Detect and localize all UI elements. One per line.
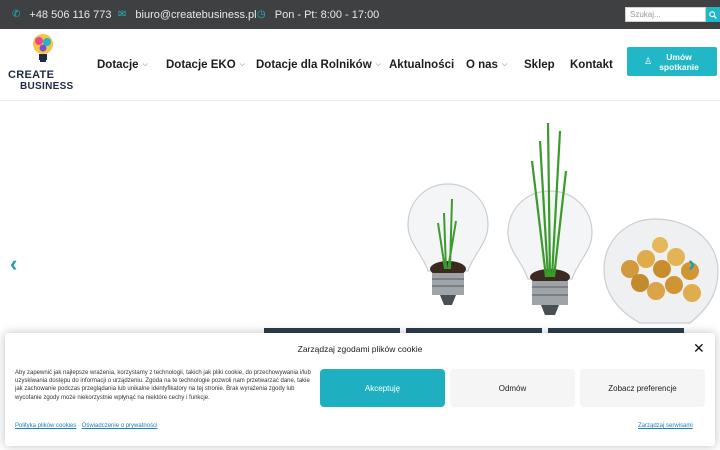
accept-cookies-button[interactable]: Akceptuję bbox=[320, 369, 445, 407]
deny-cookies-button[interactable]: Odmów bbox=[450, 369, 575, 407]
nav-item-kontakt[interactable]: Kontakt bbox=[570, 29, 613, 101]
nav-label: Dotacje bbox=[97, 59, 139, 71]
cookie-consent-dialog: Zarządzaj zgodami plików cookie ✕ Aby za… bbox=[5, 333, 715, 446]
email-address[interactable]: biuro@createbusiness.pl bbox=[135, 9, 256, 21]
chevron-down-icon: ⌵ bbox=[501, 61, 508, 68]
book-meeting-button[interactable]: ♙ Umów spotkanie bbox=[627, 47, 717, 76]
cookie-description: Aby zapewnić jak najlepsze wrażenia, kor… bbox=[15, 370, 311, 401]
search-button[interactable] bbox=[706, 7, 720, 22]
chevron-down-icon: ⌵ bbox=[239, 61, 245, 68]
cookie-dialog-title: Zarządzaj zgodami plików cookie bbox=[297, 344, 423, 354]
user-icon: ♙ bbox=[643, 56, 653, 66]
phone-icon: ✆ bbox=[12, 9, 21, 20]
nav-item-aktualnosci[interactable]: Aktualności bbox=[389, 29, 454, 101]
nav-item-dotacje-dla-rolnikow[interactable]: Dotacje dla Rolników ⌵ bbox=[256, 29, 381, 101]
privacy-statement-link[interactable]: Oświadczenie o prywatności bbox=[82, 423, 158, 429]
chevron-left-icon: ‹ bbox=[10, 251, 18, 276]
phone-number[interactable]: +48 506 116 773 bbox=[29, 9, 111, 21]
cookie-policy-link[interactable]: Polityka plików cookies bbox=[15, 423, 76, 429]
nav-item-o-nas[interactable]: O nas ⌵ bbox=[466, 29, 507, 101]
nav-label: O nas bbox=[466, 59, 498, 71]
chevron-down-icon: ⌵ bbox=[142, 61, 148, 68]
cookie-links: Polityka plików cookies · Oświadczenie o… bbox=[15, 423, 157, 429]
nav-item-dotacje[interactable]: Dotacje ⌵ bbox=[97, 29, 148, 101]
search-input[interactable]: Szukaj... bbox=[625, 7, 706, 22]
slider-prev-button[interactable]: ‹ bbox=[10, 251, 17, 277]
search-icon bbox=[709, 10, 717, 19]
nav-item-dotacje-eko[interactable]: Dotacje EKO ⌵ bbox=[166, 29, 245, 101]
clock-icon: ◷ bbox=[257, 9, 266, 20]
envelope-icon: ✉ bbox=[118, 9, 127, 20]
cta-label: Umów spotkanie bbox=[659, 51, 699, 72]
phone-contact[interactable]: ✆ +48 506 116 773 bbox=[12, 0, 111, 29]
nav-label: Dotacje dla Rolników bbox=[256, 59, 372, 71]
logo-text-create: CREATE bbox=[8, 69, 55, 81]
lightbulb-logo-icon bbox=[33, 34, 53, 62]
top-contact-bar: ✆ +48 506 116 773 ✉ biuro@createbusiness… bbox=[0, 0, 720, 29]
site-header: CREATE BUSINESS Dotacje ⌵ Dotacje EKO ⌵ Do… bbox=[0, 29, 720, 101]
nav-label: Kontakt bbox=[570, 59, 613, 71]
site-logo[interactable]: CREATE BUSINESS bbox=[8, 33, 80, 97]
chevron-down-icon: ⌵ bbox=[375, 61, 381, 68]
close-icon[interactable]: ✕ bbox=[693, 340, 705, 357]
view-preferences-button[interactable]: Zobacz preferencje bbox=[580, 369, 705, 407]
opening-hours: ◷ Pon - Pt: 8:00 - 17:00 bbox=[257, 0, 379, 29]
nav-label: Dotacje EKO bbox=[166, 59, 236, 71]
hours-text: Pon - Pt: 8:00 - 17:00 bbox=[274, 8, 380, 21]
slider-next-button[interactable]: › bbox=[688, 251, 695, 277]
chevron-right-icon: › bbox=[688, 251, 696, 276]
logo-text-business: BUSINESS bbox=[20, 81, 74, 92]
nav-item-sklep[interactable]: Sklep bbox=[524, 29, 555, 101]
nav-label: Aktualności bbox=[389, 59, 455, 71]
manage-services-link[interactable]: Zarządzaj serwisami bbox=[638, 423, 693, 429]
nav-label: Sklep bbox=[524, 59, 555, 71]
email-contact[interactable]: ✉ biuro@createbusiness.pl bbox=[118, 0, 257, 29]
